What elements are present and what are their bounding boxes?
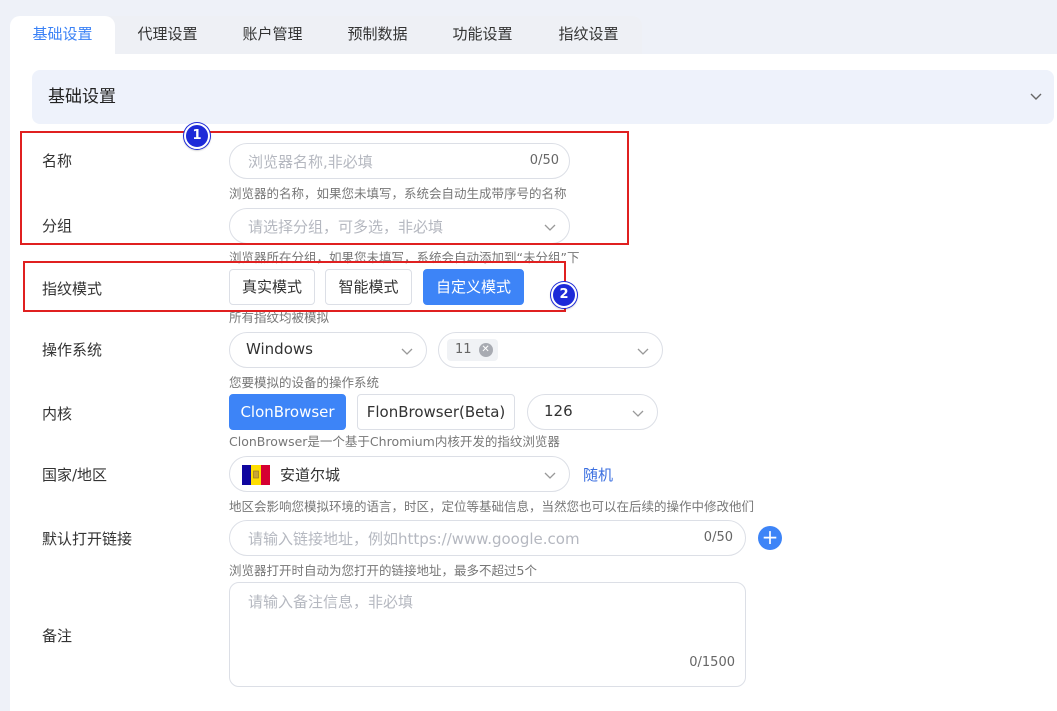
os-version-tag-text: 11 xyxy=(455,342,472,357)
os-label: 操作系统 xyxy=(42,341,103,359)
clonbrowser-button[interactable]: ClonBrowser xyxy=(229,394,346,430)
default-link-label: 默认打开链接 xyxy=(42,530,133,548)
custom-mode-button[interactable]: 自定义模式 xyxy=(423,269,524,305)
os-version-tag: 11 ✕ xyxy=(447,339,498,361)
flonbrowser-button[interactable]: FlonBrowser(Beta) xyxy=(357,394,515,430)
default-link-counter: 0/50 xyxy=(703,530,733,545)
tab-preset-data[interactable]: 预制数据 xyxy=(325,16,430,54)
annotation-marker-2: 2 xyxy=(551,282,577,308)
notes-placeholder: 请输入备注信息，非必填 xyxy=(248,593,414,611)
fingerprint-mode-label: 指纹模式 xyxy=(42,280,103,298)
tab-account-management[interactable]: 账户管理 xyxy=(220,16,325,54)
kernel-version-select[interactable]: 126 xyxy=(527,394,658,430)
smart-mode-button[interactable]: 智能模式 xyxy=(325,269,412,305)
default-link-input[interactable]: 请输入链接地址，例如https://www.google.com 0/50 xyxy=(229,520,746,556)
chevron-down-icon xyxy=(637,348,649,355)
close-icon[interactable]: ✕ xyxy=(478,343,493,357)
group-select[interactable]: 请选择分组，可多选，非必填 xyxy=(229,208,570,244)
country-label: 国家/地区 xyxy=(42,466,108,484)
tab-feature-settings[interactable]: 功能设置 xyxy=(430,16,535,54)
os-select[interactable]: Windows xyxy=(229,332,427,368)
name-input[interactable]: 浏览器名称,非必填 0/50 xyxy=(229,143,570,179)
andorra-flag-icon xyxy=(242,465,270,485)
country-select[interactable]: 安道尔城 xyxy=(229,456,570,492)
country-help: 地区会影响您模拟环境的语言，时区，定位等基础信息，当然您也可以在后续的操作中修改… xyxy=(229,499,755,514)
random-country-link[interactable]: 随机 xyxy=(583,464,613,485)
group-placeholder: 请选择分组，可多选，非必填 xyxy=(248,218,444,236)
name-help: 浏览器的名称，如果您未填写，系统会自动生成带序号的名称 xyxy=(229,186,567,201)
real-mode-button[interactable]: 真实模式 xyxy=(229,269,315,305)
default-link-placeholder: 请输入链接地址，例如https://www.google.com xyxy=(248,530,580,548)
chevron-down-icon xyxy=(401,348,413,355)
add-link-icon[interactable]: + xyxy=(758,526,782,550)
notes-textarea[interactable]: 请输入备注信息，非必填 0/1500 xyxy=(229,582,746,687)
group-help: 浏览器所在分组，如果您未填写，系统会自动添加到“未分组”下 xyxy=(229,250,580,265)
os-version-select[interactable]: 11 ✕ xyxy=(438,332,663,368)
group-label: 分组 xyxy=(42,217,73,235)
notes-counter: 0/1500 xyxy=(689,655,735,670)
fingerprint-mode-help: 所有指纹均被模拟 xyxy=(229,310,330,325)
tab-basic-settings[interactable]: 基础设置 xyxy=(10,16,115,54)
tab-proxy-settings[interactable]: 代理设置 xyxy=(115,16,220,54)
kernel-label: 内核 xyxy=(42,405,73,423)
chevron-down-icon xyxy=(632,410,644,417)
name-counter: 0/50 xyxy=(529,153,559,168)
section-title: 基础设置 xyxy=(48,87,116,107)
kernel-version-value: 126 xyxy=(544,402,573,420)
os-value: Windows xyxy=(246,340,313,358)
name-placeholder: 浏览器名称,非必填 xyxy=(248,153,373,171)
chevron-down-icon xyxy=(1030,93,1042,100)
tab-fingerprint-settings[interactable]: 指纹设置 xyxy=(535,16,642,54)
annotation-marker-1: 1 xyxy=(184,123,210,149)
section-header-basic[interactable]: 基础设置 xyxy=(32,70,1054,124)
notes-label: 备注 xyxy=(42,627,73,645)
default-link-help: 浏览器打开时自动为您打开的链接地址，最多不超过5个 xyxy=(229,563,537,578)
chevron-down-icon xyxy=(544,224,556,231)
kernel-help: ClonBrowser是一个基于Chromium内核开发的指纹浏览器 xyxy=(229,434,560,449)
chevron-down-icon xyxy=(544,472,556,479)
os-help: 您要模拟的设备的操作系统 xyxy=(229,375,380,390)
name-label: 名称 xyxy=(42,152,73,170)
country-value: 安道尔城 xyxy=(280,466,341,484)
